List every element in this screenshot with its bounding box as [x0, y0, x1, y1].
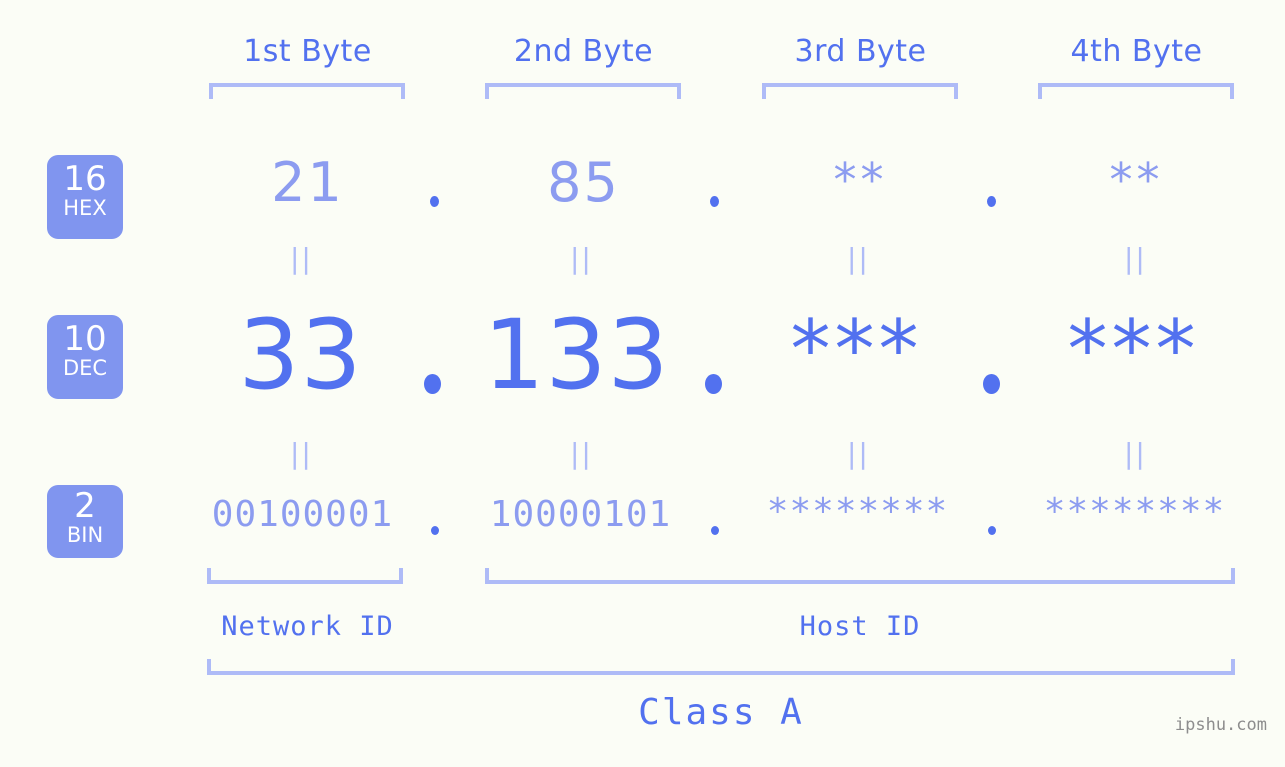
- hex-byte-2: 85: [547, 151, 620, 214]
- equals-mark-dec-bin-1: ||: [290, 437, 313, 470]
- dec-byte-4: ***: [1067, 303, 1200, 396]
- equals-mark-hex-dec-1: ||: [290, 242, 313, 275]
- dec-dot-3: [983, 374, 1000, 394]
- class-bracket: [207, 659, 1235, 675]
- bin-byte-3: ********: [766, 491, 949, 532]
- network-id-label: Network ID: [221, 611, 394, 642]
- base-badge-bin: 2 BIN: [47, 485, 123, 558]
- bin-byte-1: 00100001: [211, 494, 394, 535]
- byte-bracket-2: [485, 83, 681, 99]
- base-badge-hex-number: 16: [63, 159, 107, 199]
- base-badge-bin-number: 2: [74, 486, 96, 526]
- dec-dot-2: [705, 374, 722, 394]
- byte-bracket-4: [1038, 83, 1234, 99]
- dec-dot-1: [424, 374, 441, 394]
- equals-mark-dec-bin-3: ||: [847, 437, 870, 470]
- class-label: Class A: [638, 692, 804, 733]
- ip-byte-breakdown-diagram: 1st Byte 2nd Byte 3rd Byte 4th Byte 16 H…: [0, 0, 1285, 767]
- dec-byte-1: 33: [238, 299, 363, 411]
- hex-dot-2: [710, 196, 719, 207]
- base-badge-dec-name: DEC: [62, 356, 108, 380]
- hex-byte-4: **: [1109, 153, 1164, 207]
- bin-dot-2: [711, 526, 719, 535]
- hex-dot-1: [430, 196, 439, 207]
- hex-byte-1: 21: [271, 151, 344, 214]
- base-badge-dec: 10 DEC: [47, 315, 123, 399]
- base-badge-hex-name: HEX: [63, 196, 107, 220]
- equals-mark-hex-dec-2: ||: [570, 242, 593, 275]
- host-id-label: Host ID: [799, 611, 921, 642]
- dec-byte-2: 133: [483, 299, 670, 411]
- hex-dot-3: [987, 196, 996, 207]
- byte-bracket-1: [209, 83, 405, 99]
- equals-mark-dec-bin-2: ||: [570, 437, 593, 470]
- site-watermark: ipshu.com: [1174, 715, 1267, 735]
- base-badge-bin-name: BIN: [66, 523, 104, 547]
- byte-bracket-3: [762, 83, 958, 99]
- bin-dot-3: [988, 526, 996, 535]
- dec-byte-3: ***: [790, 303, 923, 396]
- equals-mark-hex-dec-3: ||: [847, 242, 870, 275]
- hex-byte-3: **: [833, 153, 888, 207]
- equals-mark-hex-dec-4: ||: [1124, 242, 1147, 275]
- host-id-bracket: [485, 568, 1235, 584]
- bin-byte-2: 10000101: [489, 494, 672, 535]
- equals-mark-dec-bin-4: ||: [1124, 437, 1147, 470]
- network-id-bracket: [207, 568, 403, 584]
- base-badge-dec-number: 10: [63, 319, 107, 359]
- byte-header-2: 2nd Byte: [513, 34, 654, 69]
- base-badge-hex: 16 HEX: [47, 155, 123, 239]
- byte-header-1: 1st Byte: [243, 34, 372, 69]
- byte-header-4: 4th Byte: [1070, 34, 1203, 69]
- byte-header-3: 3rd Byte: [794, 34, 927, 69]
- bin-byte-4: ********: [1043, 491, 1226, 532]
- bin-dot-1: [431, 526, 439, 535]
